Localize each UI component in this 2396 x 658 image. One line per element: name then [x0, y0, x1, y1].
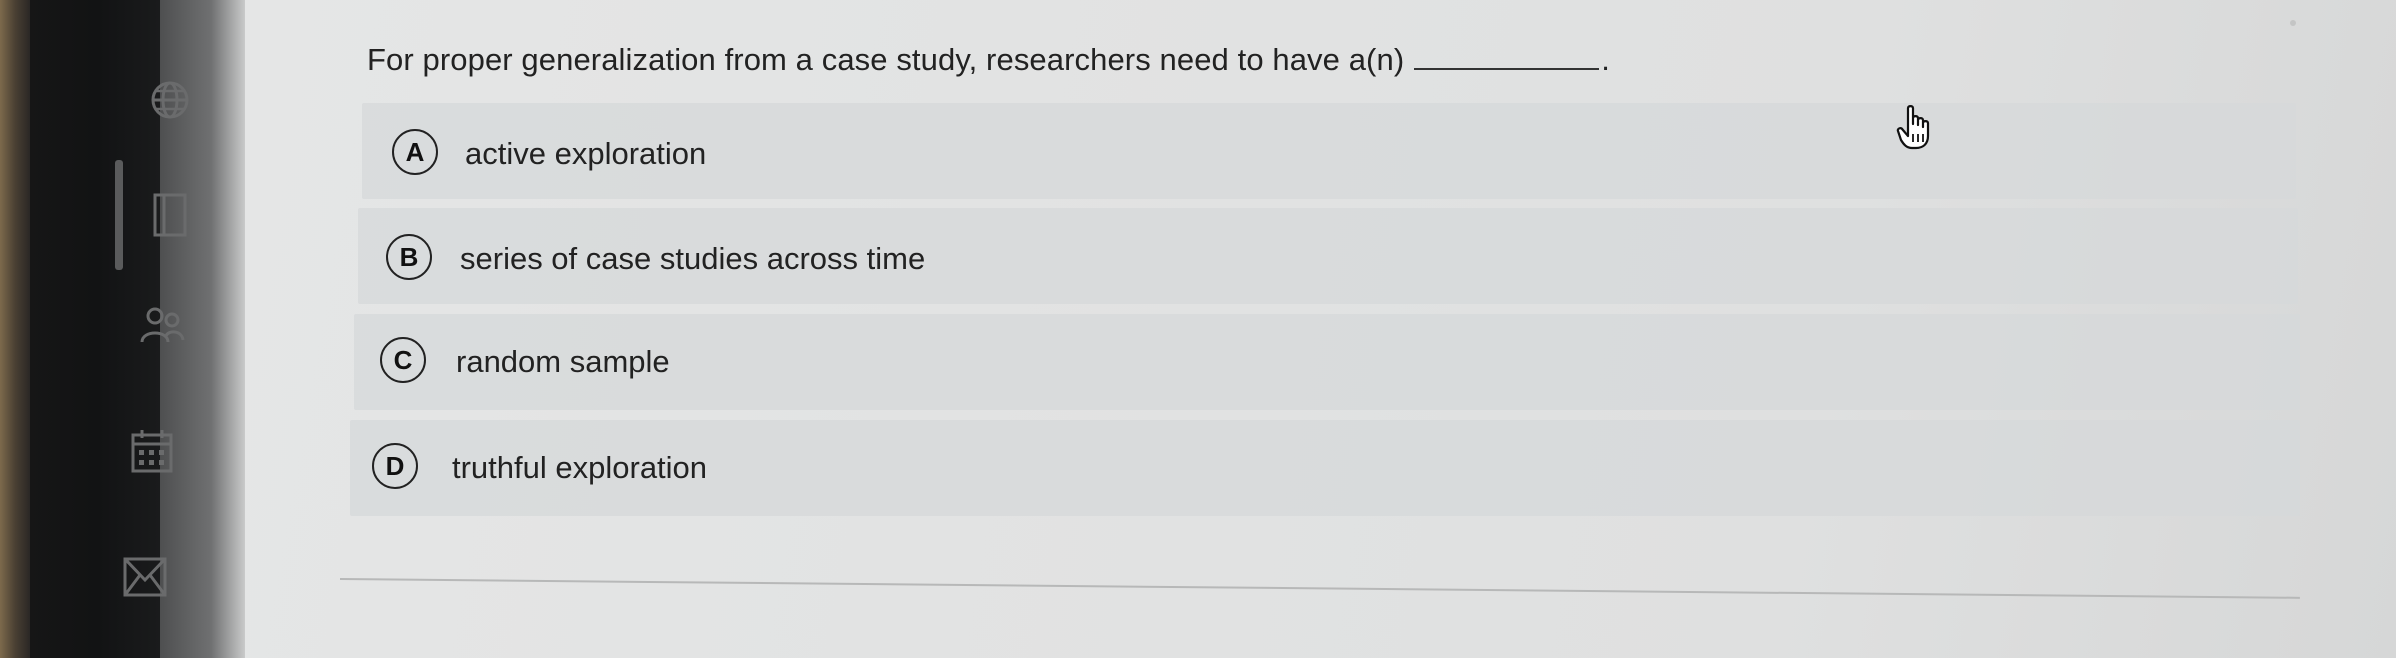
option-d[interactable]: D truthful exploration	[350, 420, 2300, 516]
option-letter: C	[380, 337, 426, 383]
option-letter: A	[392, 129, 438, 175]
scroll-indicator	[2290, 20, 2296, 26]
option-letter: D	[372, 443, 418, 489]
option-text: active exploration	[465, 136, 707, 171]
globe-icon[interactable]	[150, 78, 190, 122]
people-icon[interactable]	[138, 302, 186, 350]
answer-blank	[1414, 42, 1600, 70]
option-a[interactable]: A active exploration	[362, 103, 2296, 199]
calendar-icon[interactable]	[130, 428, 174, 474]
question-period: .	[1601, 42, 1610, 77]
sidebar-active-indicator	[115, 160, 123, 270]
hand-pointer-icon	[1896, 105, 1930, 150]
option-c[interactable]: C random sample	[354, 314, 2300, 410]
option-b[interactable]: B series of case studies across time	[358, 208, 2298, 304]
question-divider	[339, 578, 2300, 599]
option-text: random sample	[456, 344, 670, 379]
question-text: For proper generalization from a case st…	[367, 42, 1405, 77]
question-stem: For proper generalization from a case st…	[367, 42, 1610, 78]
option-text: series of case studies across time	[460, 241, 926, 276]
option-text: truthful exploration	[452, 450, 708, 485]
mail-icon[interactable]	[122, 556, 168, 598]
option-letter: B	[386, 234, 432, 280]
book-icon[interactable]	[152, 192, 188, 238]
app-sidebar	[0, 0, 245, 658]
sidebar-edge	[0, 0, 30, 658]
